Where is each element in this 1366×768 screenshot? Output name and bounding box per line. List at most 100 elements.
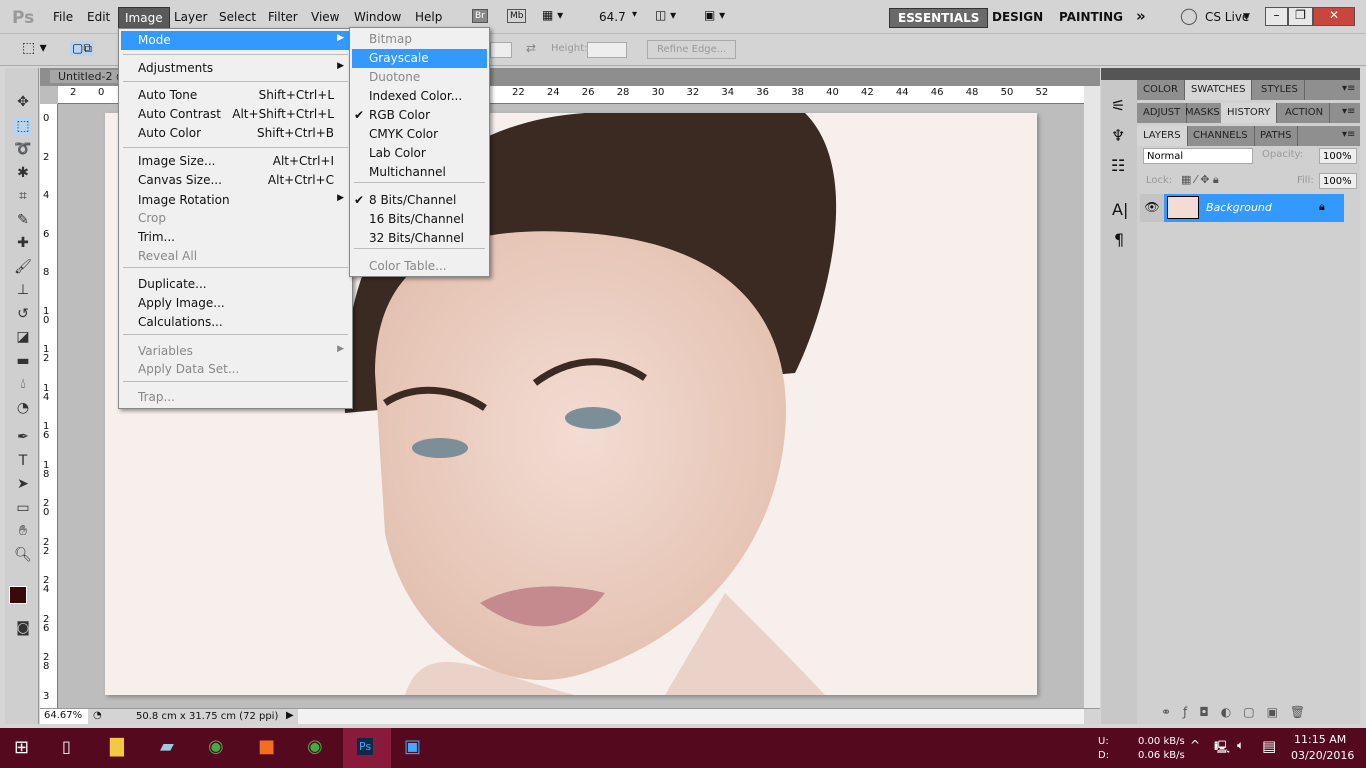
menu-window[interactable]: Window <box>354 10 401 24</box>
menu-edit[interactable]: Edit <box>87 10 110 24</box>
menu-item-trim[interactable]: Trim... <box>121 228 350 247</box>
chrome-icon[interactable]: ◉ <box>208 736 224 757</box>
file-explorer-icon[interactable]: ▇ <box>110 736 124 757</box>
tab-styles[interactable]: STYLES <box>1255 80 1305 100</box>
eye-icon[interactable]: 👁︎ <box>1140 194 1164 222</box>
network-icon[interactable]: 🖳︎ <box>1214 738 1230 759</box>
notepad-icon[interactable]: ▰ <box>160 736 174 757</box>
mode-item-rgb-color[interactable]: RGB Color ✔ <box>352 106 487 125</box>
menu-filter[interactable]: Filter <box>268 10 298 24</box>
menu-item-image-size[interactable]: Image Size... Alt+Ctrl+I <box>121 152 350 171</box>
menu-file[interactable]: File <box>53 10 73 24</box>
zoom-level-dropdown[interactable]: 64.7 <box>599 10 626 24</box>
lasso-tool-icon[interactable]: ➰ <box>14 141 32 159</box>
refine-edge-button[interactable]: Refine Edge... <box>647 40 737 59</box>
volume-icon[interactable]: 🔈︎ <box>1237 738 1244 753</box>
history-brush-icon[interactable]: ↺ <box>14 306 32 324</box>
restore-button[interactable]: ❐ <box>1288 7 1313 26</box>
panel-menu-icon[interactable]: ▾≡ <box>1342 126 1355 146</box>
selection-mode-icon[interactable]: ▢⧉ <box>70 41 94 56</box>
type-tool-icon[interactable]: T <box>14 453 32 471</box>
fill-field[interactable] <box>1319 173 1357 189</box>
menu-select[interactable]: Select <box>219 10 256 24</box>
swap-icon[interactable]: ⇄ <box>526 41 536 55</box>
foreground-color-swatch[interactable] <box>9 586 27 604</box>
chevron-down-icon[interactable]: ▾ <box>632 9 637 20</box>
menu-item-auto-tone[interactable]: Auto Tone Shift+Ctrl+L <box>121 86 350 105</box>
photoshop-taskbar-button[interactable]: Ps <box>343 728 391 768</box>
healing-brush-icon[interactable]: ✚ <box>14 235 32 253</box>
width-field[interactable] <box>490 42 512 58</box>
move-tool-icon[interactable]: ✥ <box>14 94 32 112</box>
quick-mask-icon[interactable]: ◙ <box>14 620 32 638</box>
menu-view[interactable]: View <box>311 10 339 24</box>
workspace-design[interactable]: DESIGN <box>984 8 1051 26</box>
view-extras-icon[interactable]: ▦ ▾ <box>542 8 563 22</box>
bridge-button[interactable]: Br <box>472 9 488 23</box>
menu-item-adjustments[interactable]: Adjustments ▶ <box>121 59 350 78</box>
mode-item-16-bits-channel[interactable]: 16 Bits/Channel <box>352 210 487 229</box>
menu-item-apply-image[interactable]: Apply Image... <box>121 294 350 313</box>
brush-tool-icon[interactable]: 🖌︎ <box>14 259 32 277</box>
gradient-tool-icon[interactable]: ▬ <box>14 353 32 371</box>
menu-layer[interactable]: Layer <box>174 10 207 24</box>
tab-channels[interactable]: CHANNELS <box>1187 126 1255 146</box>
eyedropper-tool-icon[interactable]: ✎ <box>14 212 32 230</box>
menu-item-auto-contrast[interactable]: Auto Contrast Alt+Shift+Ctrl+L <box>121 105 350 124</box>
status-menu-arrow-icon[interactable]: ▶ <box>286 710 294 721</box>
arrange-documents-icon[interactable]: ◫ ▾ <box>655 8 676 22</box>
quick-select-tool-icon[interactable]: ✱ <box>14 165 32 183</box>
menu-item-canvas-size[interactable]: Canvas Size... Alt+Ctrl+C <box>121 171 350 190</box>
vertical-scrollbar[interactable] <box>1084 86 1100 708</box>
workspace-painting[interactable]: PAINTING <box>1051 8 1131 26</box>
task-view-icon[interactable]: ▯ <box>62 737 71 756</box>
character-icon[interactable]: A| <box>1112 200 1128 219</box>
horizontal-scrollbar[interactable] <box>298 709 1084 724</box>
eraser-tool-icon[interactable]: ◪ <box>14 329 32 347</box>
menu-help[interactable]: Help <box>415 10 442 24</box>
app-icon[interactable]: ▣ <box>404 736 421 757</box>
brush-icon[interactable]: ♆ <box>1111 126 1125 145</box>
shape-tool-icon[interactable]: ▭ <box>14 500 32 518</box>
chrome-profile-icon[interactable]: ◉ <box>307 736 323 757</box>
document-info[interactable]: 50.8 cm x 31.75 cm (72 ppi) <box>136 711 278 722</box>
mode-item-grayscale[interactable]: Grayscale <box>352 49 487 68</box>
tab-layers[interactable]: LAYERS <box>1137 126 1188 146</box>
tab-history[interactable]: HISTORY <box>1221 103 1278 123</box>
pen-tool-icon[interactable]: ✒ <box>14 429 32 447</box>
lock-icons[interactable]: ▦ ⁄ ✥ 🔒︎ <box>1181 173 1219 187</box>
menu-item-mode[interactable]: Mode ▶ <box>121 31 350 50</box>
clone-stamp-icon[interactable]: ⊥ <box>14 282 32 300</box>
menu-item-image-rotation[interactable]: Image Rotation ▶ <box>121 191 350 210</box>
tab-swatches[interactable]: SWATCHES <box>1185 80 1253 100</box>
layer-actions-bar[interactable]: ⚭ƒ◘◐▢▣🗑︎ <box>1137 702 1360 724</box>
windows-start-icon[interactable]: ⊞ <box>14 737 29 758</box>
clock-time[interactable]: 11:15 AM <box>1294 733 1346 746</box>
menu-item-duplicate[interactable]: Duplicate... <box>121 275 350 294</box>
paragraph-icon[interactable]: ¶ <box>1114 230 1124 249</box>
blend-mode-dropdown[interactable] <box>1143 148 1253 164</box>
mode-item-lab-color[interactable]: Lab Color <box>352 144 487 163</box>
marquee-tool-icon[interactable]: ⬚ <box>14 117 32 136</box>
height-field[interactable] <box>587 42 627 58</box>
screen-mode-icon[interactable]: ▣ ▾ <box>704 8 725 22</box>
mini-bridge-button[interactable]: Mb <box>507 9 527 23</box>
tab-paths[interactable]: PATHS <box>1254 126 1299 146</box>
xampp-icon[interactable]: ■ <box>258 736 275 757</box>
blur-tool-icon[interactable]: 💧︎ <box>14 376 32 394</box>
panel-menu-icon[interactable]: ▾≡ <box>1342 103 1355 123</box>
mode-item-multichannel[interactable]: Multichannel <box>352 163 487 182</box>
panel-menu-icon[interactable]: ▾≡ <box>1342 80 1355 100</box>
minimize-button[interactable]: – <box>1265 7 1288 26</box>
notifications-icon[interactable]: ▤ <box>1262 737 1276 755</box>
zoom-tool-icon[interactable]: 🔍︎ <box>14 547 32 565</box>
hand-tool-icon[interactable]: ✋︎ <box>14 523 32 541</box>
clock-date[interactable]: 03/20/2016 <box>1291 749 1354 762</box>
mode-item-8-bits-channel[interactable]: 8 Bits/Channel ✔ <box>352 191 487 210</box>
mode-item-32-bits-channel[interactable]: 32 Bits/Channel <box>352 229 487 248</box>
clone-source-icon[interactable]: ☷ <box>1111 156 1125 175</box>
workspace-essentials[interactable]: ESSENTIALS <box>889 8 989 28</box>
tab-color[interactable]: COLOR <box>1137 80 1185 100</box>
mode-item-cmyk-color[interactable]: CMYK Color <box>352 125 487 144</box>
layer-row-background[interactable]: Background 🔒︎ <box>1164 194 1344 222</box>
